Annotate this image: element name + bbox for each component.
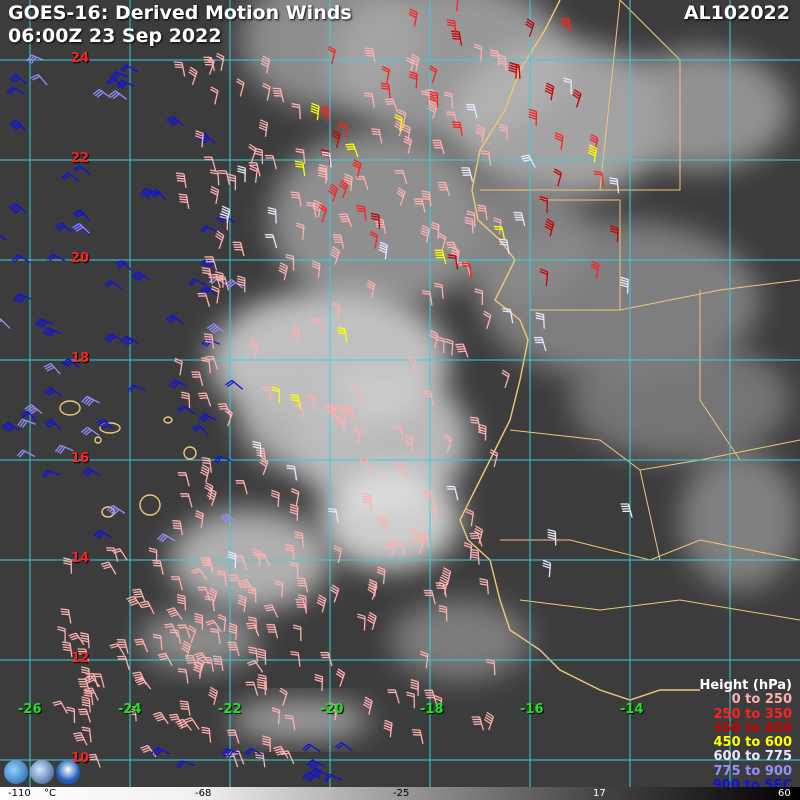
- noaa-logo: [56, 760, 80, 784]
- cimss-logo: [4, 760, 28, 784]
- lon-label-16: -16: [520, 702, 544, 717]
- lat-label-12: 12: [71, 651, 90, 666]
- cloud-area: [610, 50, 790, 170]
- lat-label-14: 14: [71, 551, 90, 566]
- lon-label-20: -20: [320, 702, 344, 717]
- legend-entry-450-600: 450 to 600: [713, 735, 792, 751]
- colorbar-label-max: 60: [778, 788, 791, 799]
- colorbar-label-min: -110: [8, 788, 31, 799]
- legend-entry-600-775: 600 to 775: [713, 749, 792, 765]
- logo-strip: [4, 760, 80, 784]
- lat-label-16: 16: [71, 451, 90, 466]
- lat-label-18: 18: [71, 351, 90, 366]
- lat-label-20: 20: [71, 251, 90, 266]
- storm-id: AL102022: [683, 2, 790, 24]
- colorbar-label-17: 17: [593, 788, 606, 799]
- lon-label-14: -14: [620, 702, 644, 717]
- legend-entry-775-900: 775 to 900: [713, 763, 792, 779]
- legend-entry-350-450: 350 to 450: [713, 720, 792, 736]
- lon-label-22: -22: [218, 702, 242, 717]
- ssec-logo: [30, 760, 54, 784]
- legend-entry-0-250: 0 to 250: [731, 692, 792, 708]
- legend-entry-250-350: 250 to 350: [713, 706, 792, 722]
- legend-title: Height (hPa): [699, 678, 792, 693]
- lat-label-24: 24: [71, 51, 90, 66]
- cloud-area: [390, 600, 530, 680]
- temperature-colorbar: -110 °C -68 -25 17 60: [0, 787, 800, 800]
- cloud-area: [230, 700, 370, 740]
- product-title: GOES-16: Derived Motion Winds: [8, 2, 352, 24]
- lat-label-22: 22: [71, 151, 90, 166]
- lon-label-18: -18: [420, 702, 444, 717]
- valid-time: 06:00Z 23 Sep 2022: [8, 25, 222, 47]
- cloud-area: [680, 450, 800, 590]
- colorbar-label-unit: °C: [44, 788, 56, 799]
- lon-label-26: -26: [18, 702, 42, 717]
- colorbar-label-68: -68: [195, 788, 212, 799]
- satellite-image-viewer: GOES-16: Derived Motion Winds 06:00Z 23 …: [0, 0, 800, 800]
- cloud-area: [140, 610, 260, 670]
- lon-label-24: -24: [118, 702, 142, 717]
- cloud-area: [320, 470, 460, 570]
- colorbar-label-25: -25: [393, 788, 410, 799]
- map-canvas: [0, 0, 800, 800]
- height-legend: Height (hPa) 0 to 250 250 to 350 350 to …: [699, 678, 792, 793]
- cloud-area: [450, 180, 590, 300]
